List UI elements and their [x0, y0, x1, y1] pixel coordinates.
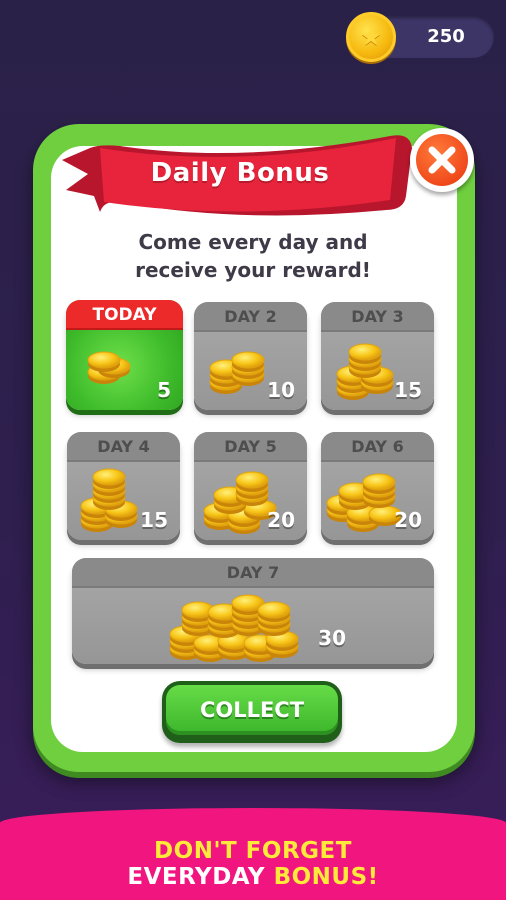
subtitle-line-2: receive your reward!: [135, 258, 371, 282]
dialog-subtitle: Come every day and receive your reward!: [60, 228, 446, 284]
close-button[interactable]: [410, 128, 474, 192]
reward-amount: 5: [157, 378, 171, 402]
reward-amount: 20: [394, 508, 422, 532]
footer-line-1: DON'T FORGET: [154, 838, 352, 864]
collect-button-label: COLLECT: [166, 685, 338, 735]
reward-amount: 15: [140, 508, 168, 532]
collect-button[interactable]: COLLECT: [162, 681, 342, 743]
day-label: DAY 4: [67, 432, 180, 462]
day-card-today[interactable]: TODAY 5: [66, 300, 183, 410]
coin-stack-icon: [209, 351, 265, 395]
coin-stack-icon: [80, 468, 138, 533]
coin-counter: ★ 250: [346, 12, 494, 62]
day-card-2[interactable]: DAY 2 10: [194, 302, 307, 410]
coin-balance: 250: [427, 26, 465, 47]
day-label: DAY 5: [194, 432, 307, 462]
coin-pile-icon: [169, 594, 299, 663]
reward-amount: 20: [267, 508, 295, 532]
day-card-6[interactable]: DAY 6 20: [321, 432, 434, 540]
reward-amount: 15: [394, 378, 422, 402]
day-card-7[interactable]: DAY 7 30: [72, 558, 434, 664]
coin-stack-icon: [87, 351, 131, 385]
footer-highlight: BONUS!: [273, 864, 379, 890]
day-card-5[interactable]: DAY 5 20: [194, 432, 307, 540]
day-label: TODAY: [66, 300, 183, 330]
footer-line-2-text: EVERYDAY: [127, 864, 274, 890]
coin-star-icon: ★: [346, 12, 396, 62]
reward-amount: 30: [318, 626, 346, 650]
day-label: DAY 3: [321, 302, 434, 332]
dialog-title: Daily Bonus: [150, 158, 330, 188]
coin-stack-icon: [336, 343, 394, 401]
day-label: DAY 2: [194, 302, 307, 332]
day-card-3[interactable]: DAY 3 15: [321, 302, 434, 410]
footer-line-2: EVERYDAY BONUS!: [0, 864, 506, 890]
subtitle-line-1: Come every day and: [138, 230, 368, 254]
footer-banner: DON'T FORGET EVERYDAY BONUS!: [0, 808, 506, 900]
day-label: DAY 6: [321, 432, 434, 462]
day-card-4[interactable]: DAY 4 15: [67, 432, 180, 540]
title-ribbon: Daily Bonus: [60, 130, 412, 218]
close-x-icon: [416, 134, 468, 186]
day-label: DAY 7: [72, 558, 434, 588]
reward-amount: 10: [267, 378, 295, 402]
